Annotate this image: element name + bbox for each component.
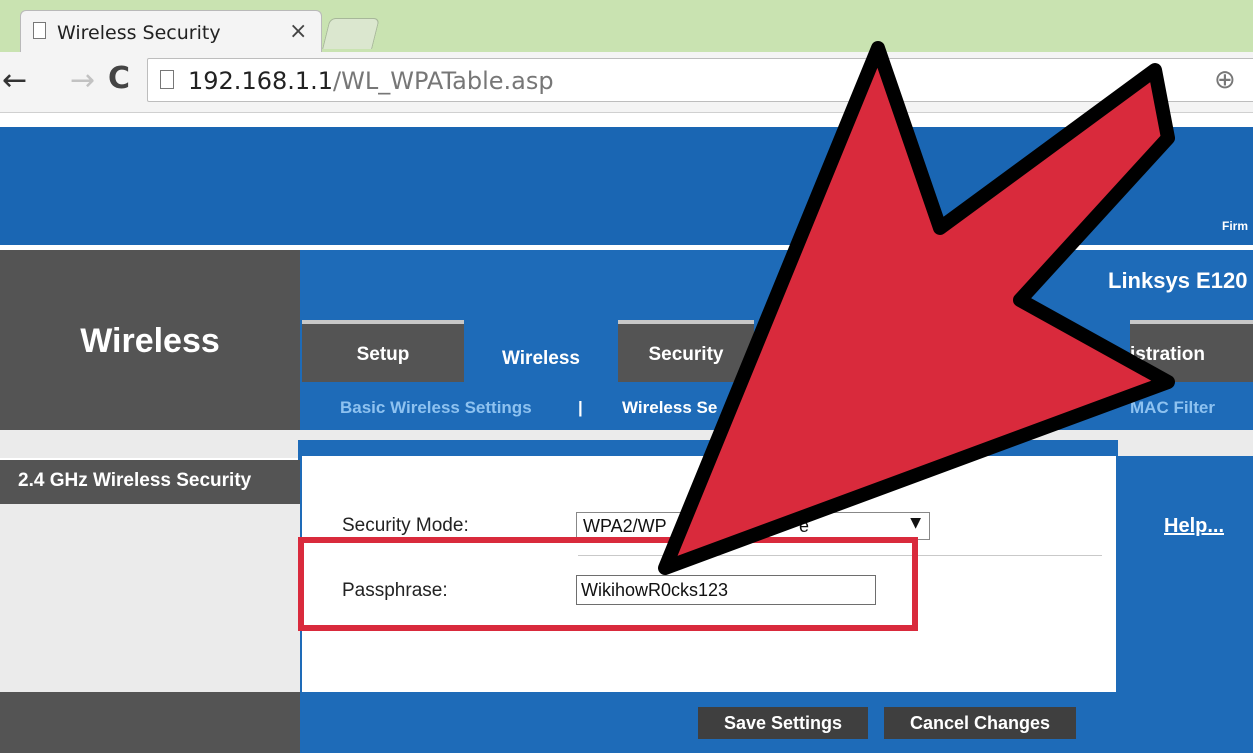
- subnav-basic-wireless-settings[interactable]: Basic Wireless Settings: [340, 398, 532, 418]
- url-text[interactable]: 192.168.1.1/WL_WPATable.asp: [188, 67, 554, 95]
- security-mode-value: WPA2/WP: [583, 516, 667, 536]
- zoom-icon[interactable]: ⊕: [1214, 65, 1236, 95]
- cancel-changes-button[interactable]: Cancel Changes: [884, 707, 1076, 739]
- browser-tabstrip: Wireless Security ×: [0, 0, 1253, 53]
- tab-wireless[interactable]: Wireless: [466, 320, 616, 382]
- tab-administration[interactable]: istration: [1130, 320, 1253, 382]
- help-panel: [1118, 456, 1253, 692]
- subnav-wireless-security[interactable]: Wireless Se: [622, 398, 717, 418]
- forward-arrow-icon[interactable]: →: [70, 63, 95, 98]
- tab-title: Wireless Security: [57, 22, 221, 44]
- reload-icon[interactable]: C: [108, 61, 130, 96]
- model-name: Linksys E120: [1108, 268, 1248, 293]
- firmware-label: Firm: [1222, 219, 1249, 233]
- section-title: Wireless: [80, 322, 220, 360]
- tab-setup[interactable]: Setup: [302, 320, 464, 382]
- security-mode-select[interactable]: WPA2/WP e ▼: [576, 512, 930, 540]
- router-header: Firm: [0, 127, 1253, 245]
- left-filler: [0, 504, 300, 692]
- help-link[interactable]: Help...: [1164, 515, 1224, 538]
- tab-security[interactable]: Security: [618, 320, 754, 382]
- footer-left: [0, 692, 300, 753]
- subnav-mac-filter[interactable]: MAC Filter: [1130, 398, 1215, 418]
- security-mode-label: Security Mode:: [342, 515, 469, 536]
- page-icon: [33, 22, 46, 39]
- browser-toolbar: ← → C 192.168.1.1/WL_WPATable.asp ⊕: [0, 52, 1253, 113]
- address-bar[interactable]: 192.168.1.1/WL_WPATable.asp ⊕: [147, 58, 1253, 102]
- page-icon: [160, 70, 174, 89]
- subnav-separator: |: [578, 398, 583, 417]
- security-mode-value-tail: e: [799, 516, 810, 536]
- section-label: 2.4 GHz Wireless Security: [18, 470, 252, 491]
- browser-tab[interactable]: Wireless Security ×: [20, 10, 322, 53]
- save-settings-button[interactable]: Save Settings: [698, 707, 868, 739]
- dropdown-arrow-icon: ▼: [910, 515, 921, 531]
- highlight-box: [298, 537, 918, 631]
- close-icon[interactable]: ×: [289, 19, 307, 44]
- back-arrow-icon[interactable]: ←: [2, 63, 27, 98]
- new-tab-button[interactable]: [322, 18, 380, 49]
